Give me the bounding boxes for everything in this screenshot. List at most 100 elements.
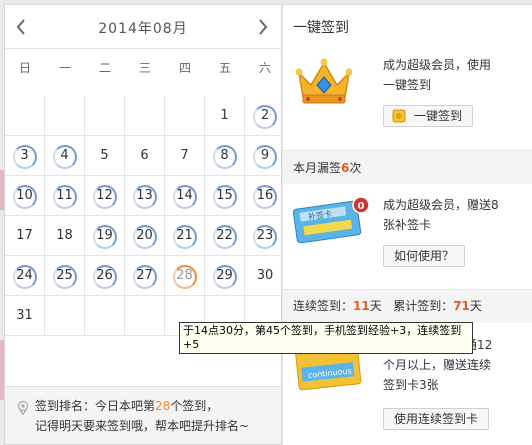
- day-number: 4: [60, 148, 69, 163]
- calendar-day-25[interactable]: 25: [45, 256, 85, 296]
- sign-detail-tooltip: 于14点30分，第45个签到，手机签到经验+3，连续签到+5: [179, 322, 473, 354]
- day-number: 16: [256, 188, 274, 203]
- missed-sign-count: 本月漏签6次: [293, 161, 362, 175]
- day-number: 15: [216, 188, 233, 203]
- day-number: 26: [96, 268, 113, 283]
- divider: [283, 289, 532, 290]
- day-number: 2: [260, 108, 270, 123]
- day-number: 11: [56, 188, 73, 203]
- weekday-label: 四: [178, 61, 191, 75]
- calendar-empty-cell: [125, 296, 165, 336]
- day-number: 27: [136, 268, 153, 283]
- chevron-right-icon[interactable]: [257, 19, 269, 35]
- one-key-sign-button[interactable]: 一键签到: [383, 105, 474, 127]
- calendar-empty-cell: [45, 96, 85, 136]
- calendar-day-23[interactable]: 23: [245, 216, 285, 256]
- sign-rank-text: 签到排名：今日本吧第28个签到，: [35, 399, 219, 413]
- day-number: 8: [220, 148, 229, 163]
- day-number: 7: [180, 148, 189, 163]
- day-number: 28: [176, 268, 193, 283]
- one-key-title: 一键签到: [293, 20, 349, 36]
- calendar-header: 2014年08月: [5, 5, 281, 49]
- month-title: 2014年08月: [98, 21, 188, 37]
- badge-count: 0: [358, 201, 365, 212]
- calendar-day-30[interactable]: 30: [245, 256, 285, 296]
- day-number: 20: [136, 228, 153, 243]
- weekday-label: 三: [138, 61, 151, 75]
- calendar-day-15[interactable]: 15: [205, 176, 245, 216]
- day-number: 22: [216, 228, 233, 243]
- sign-calendar: 2014年08月 日一二三四五六 1 2 3 4 5 6 7 8 9 10 11 12 13 14 15 16…: [4, 4, 285, 445]
- calendar-day-21[interactable]: 21: [165, 216, 205, 256]
- use-continuous-card-button[interactable]: 使用连续签到卡: [383, 408, 490, 430]
- weekday-label: 六: [258, 61, 271, 75]
- calendar-day-3[interactable]: 3: [5, 136, 45, 176]
- calendar-day-19[interactable]: 19: [85, 216, 125, 256]
- calendar-day-27[interactable]: 27: [125, 256, 165, 296]
- calendar-day-18[interactable]: 18: [45, 216, 85, 256]
- day-number: 12: [96, 188, 113, 203]
- day-number: 21: [176, 228, 193, 243]
- calendar-day-24[interactable]: 24: [5, 256, 45, 296]
- calendar-day-22[interactable]: 22: [205, 216, 245, 256]
- weekday-label: 五: [218, 61, 231, 75]
- calendar-empty-cell: [5, 96, 45, 136]
- calendar-day-5[interactable]: 5: [85, 136, 125, 176]
- calendar-day-9[interactable]: 9: [245, 136, 285, 176]
- makeup-card-promo: 成为超级会员，赠送8 张补签卡: [383, 198, 499, 232]
- crown-icon: [295, 58, 353, 104]
- calendar-day-28[interactable]: 28: [165, 256, 205, 296]
- calendar-day-13[interactable]: 13: [125, 176, 165, 216]
- calendar-day-8[interactable]: 8: [205, 136, 245, 176]
- calendar-day-20[interactable]: 20: [125, 216, 165, 256]
- day-number: 17: [16, 228, 33, 243]
- calendar-day-16[interactable]: 16: [245, 176, 285, 216]
- coin-icon: [392, 109, 406, 123]
- calendar-day-31[interactable]: 31: [5, 296, 45, 336]
- rank-number: 28: [155, 399, 171, 413]
- weekday-label: 二: [98, 61, 111, 75]
- weekday-label: 一: [58, 61, 71, 75]
- calendar-day-26[interactable]: 26: [85, 256, 125, 296]
- calendar-day-7[interactable]: 7: [165, 136, 205, 176]
- day-number: 13: [136, 188, 153, 203]
- day-number: 10: [16, 188, 33, 203]
- calendar-day-17[interactable]: 17: [5, 216, 45, 256]
- location-pin-icon: [17, 401, 29, 415]
- day-number: 24: [16, 268, 33, 283]
- calendar-day-14[interactable]: 14: [165, 176, 205, 216]
- calendar-day-12[interactable]: 12: [85, 176, 125, 216]
- day-number: 31: [16, 308, 33, 323]
- day-number: 3: [20, 148, 29, 163]
- day-number: 1: [220, 108, 229, 123]
- calendar-day-29[interactable]: 29: [205, 256, 245, 296]
- calendar-day-1[interactable]: 1: [205, 96, 245, 136]
- sign-reminder-text: 记得明天要来签到哦，帮本吧提升排名~: [35, 419, 250, 433]
- day-number: 9: [260, 148, 270, 163]
- calendar-day-4[interactable]: 4: [45, 136, 85, 176]
- sign-streak-stats: 连续签到：11天 累计签到：71天: [293, 299, 482, 313]
- day-number: 30: [256, 268, 274, 283]
- sign-side-panel: 一键签到 成为超级会员，使用 一键签到 一键签到 本月漏签6次 补签卡 0 成为…: [283, 4, 532, 445]
- calendar-day-6[interactable]: 6: [125, 136, 165, 176]
- calendar-empty-cell: [45, 296, 85, 336]
- calendar-empty-cell: [85, 296, 125, 336]
- divider: [283, 150, 532, 151]
- calendar-day-10[interactable]: 10: [5, 176, 45, 216]
- day-number: 19: [96, 228, 113, 243]
- one-key-promo: 成为超级会员，使用 一键签到: [383, 58, 492, 92]
- calendar-day-2[interactable]: 2: [245, 96, 285, 136]
- calendar-empty-cell: [125, 96, 165, 136]
- day-number: 6: [140, 148, 149, 163]
- day-number: 14: [176, 188, 193, 203]
- day-number: 18: [56, 228, 73, 243]
- sign-rank-footer: 签到排名：今日本吧第28个签到， 记得明天要来签到哦，帮本吧提升排名~: [5, 386, 281, 444]
- day-number: 25: [56, 268, 73, 283]
- calendar-empty-cell: [165, 96, 205, 136]
- calendar-empty-cell: [85, 96, 125, 136]
- day-number: 23: [256, 228, 274, 243]
- calendar-day-11[interactable]: 11: [45, 176, 85, 216]
- makeup-card-icon: 补签卡 0: [293, 196, 370, 243]
- how-to-use-button[interactable]: 如何使用？: [383, 245, 466, 267]
- weekday-label: 日: [18, 61, 31, 75]
